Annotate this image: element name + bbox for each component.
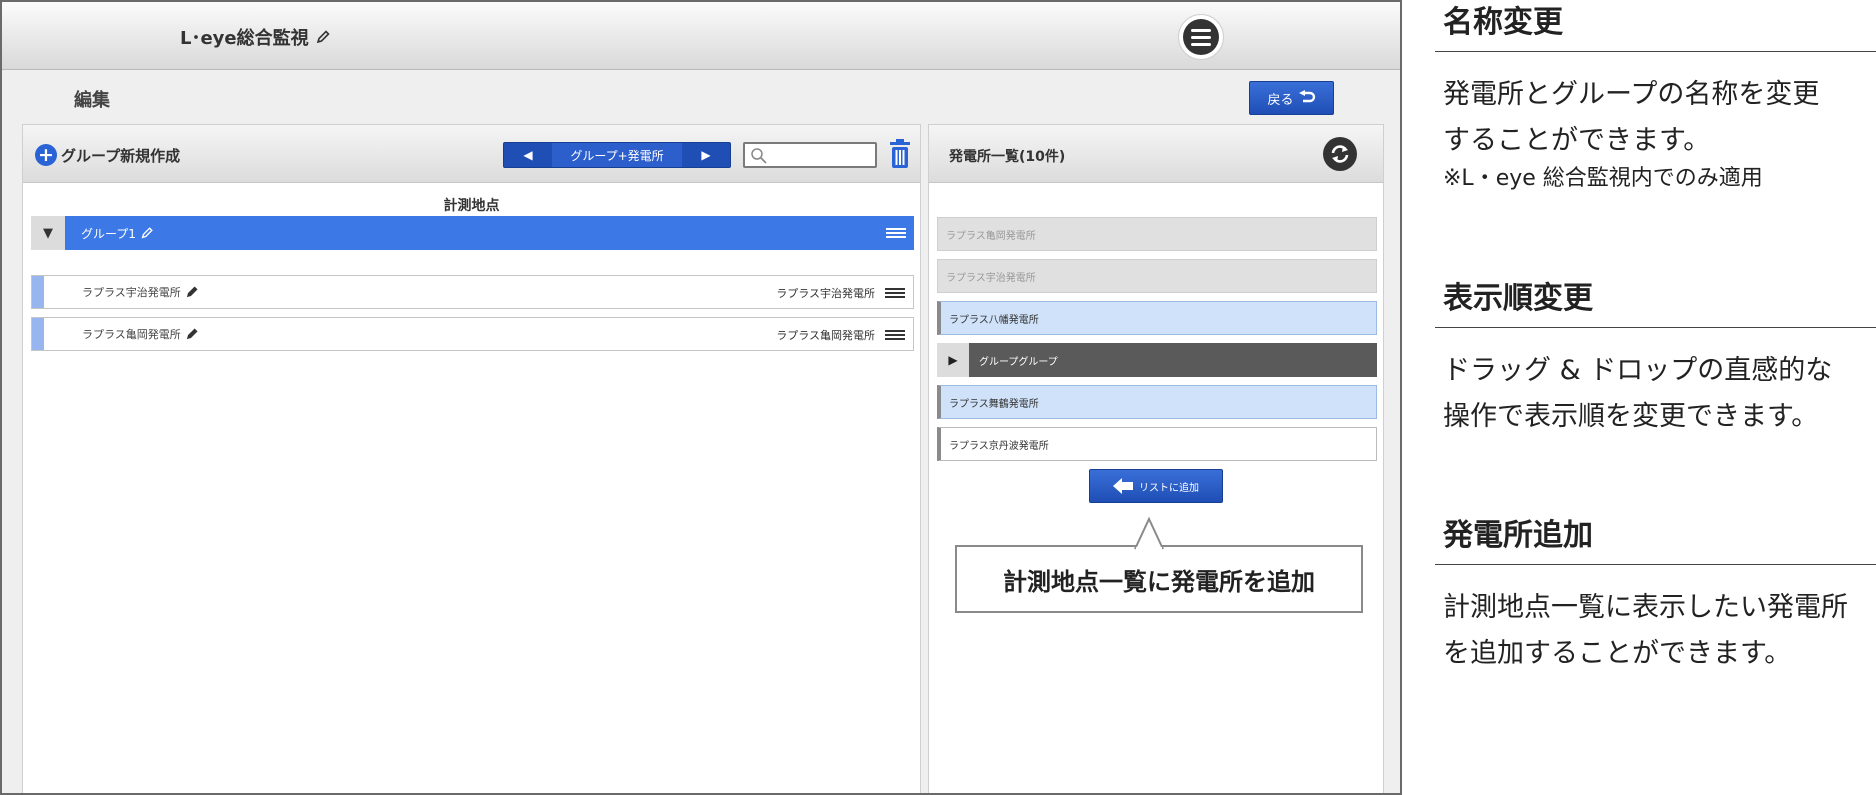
back-button[interactable]: 戻る bbox=[1249, 81, 1334, 115]
measurement-points-panel: + グループ新規作成 ◀ グループ+発電所 ▶ 計測地点 ▼ グループ1 ラプラ… bbox=[22, 124, 921, 793]
drag-handle-icon[interactable] bbox=[886, 228, 906, 238]
note-heading: 表示順変更 bbox=[1435, 276, 1876, 328]
add-to-list-button[interactable]: リストに追加 bbox=[1089, 469, 1223, 503]
plant-row[interactable]: ラプラス宇治発電所 ラプラス宇治発電所 bbox=[31, 275, 914, 309]
menu-button[interactable] bbox=[1178, 14, 1224, 60]
group-row[interactable]: ▼ グループ1 bbox=[31, 216, 914, 250]
right-panel-header: 発電所一覧(10件) bbox=[929, 125, 1383, 183]
callout-text: 計測地点一覧に発電所を追加 bbox=[1003, 567, 1315, 596]
group-label: グループ1 bbox=[81, 225, 154, 242]
plant-original-name: ラプラス亀岡発電所 bbox=[776, 327, 905, 343]
expand-triangle-icon[interactable]: ▶ bbox=[937, 343, 969, 377]
plant-list-item-label: ラプラス京丹波発電所 bbox=[949, 440, 1049, 452]
section-title: 計測地点 bbox=[443, 198, 500, 214]
view-toggle-label: グループ+発電所 bbox=[552, 143, 682, 167]
plant-name-text: ラプラス亀岡発電所 bbox=[82, 328, 181, 341]
callout-box: 計測地点一覧に発電所を追加 bbox=[955, 516, 1363, 613]
left-arrow-icon[interactable]: ◀ bbox=[504, 143, 552, 167]
note-heading: 発電所追加 bbox=[1435, 513, 1876, 565]
note-line: することができます。 bbox=[1443, 125, 1711, 156]
group-list-item[interactable]: ▶ グループグループ bbox=[937, 343, 1377, 377]
note-line: 発電所とグループの名称を変更 bbox=[1443, 79, 1820, 110]
right-arrow-icon[interactable]: ▶ bbox=[682, 143, 730, 167]
pencil-icon[interactable] bbox=[140, 226, 154, 240]
top-bar: L･eye総合監視 bbox=[2, 2, 1400, 70]
row-marker bbox=[32, 318, 44, 350]
plant-list-item-label: ラプラス八幡発電所 bbox=[949, 314, 1039, 326]
note-reorder: 表示順変更 ドラッグ & ドロップの直感的な 操作で表示順を変更できます。 bbox=[1435, 276, 1876, 440]
note-rename: 名称変更 発電所とグループの名称を変更 することができます。 ※L・eye 総合… bbox=[1435, 0, 1876, 194]
group-list-item-label: グループグループ bbox=[979, 356, 1058, 368]
callout-tail bbox=[1134, 516, 1164, 550]
note-line: 計測地点一覧に表示したい発電所 bbox=[1443, 592, 1848, 623]
plant-list-item-label: ラプラス宇治発電所 bbox=[946, 272, 1036, 284]
plus-circle-icon: + bbox=[35, 144, 57, 166]
app-title[interactable]: L･eye総合監視 bbox=[180, 24, 331, 50]
plant-list-item-label: ラプラス舞鶴発電所 bbox=[949, 398, 1039, 410]
left-arrow-icon bbox=[1113, 478, 1133, 494]
plant-row[interactable]: ラプラス亀岡発電所 ラプラス亀岡発電所 bbox=[31, 317, 914, 351]
note-body: ドラッグ & ドロップの直感的な 操作で表示順を変更できます。 bbox=[1435, 328, 1876, 440]
plant-list-item-label: ラプラス亀岡発電所 bbox=[946, 230, 1036, 242]
search-input[interactable] bbox=[743, 142, 877, 168]
drag-handle-icon[interactable] bbox=[885, 330, 905, 340]
app-title-text: L･eye総合監視 bbox=[180, 28, 309, 49]
row-marker bbox=[32, 276, 44, 308]
view-toggle[interactable]: ◀ グループ+発電所 ▶ bbox=[503, 142, 731, 168]
add-to-list-label: リストに追加 bbox=[1139, 482, 1199, 494]
undo-arrow-icon bbox=[1298, 90, 1315, 103]
refresh-icon[interactable] bbox=[1323, 137, 1357, 171]
left-panel-header: + グループ新規作成 ◀ グループ+発電所 ▶ bbox=[23, 125, 920, 183]
note-body: 計測地点一覧に表示したい発電所 を追加することができます。 bbox=[1435, 565, 1876, 677]
plant-name: ラプラス宇治発電所 bbox=[82, 284, 199, 300]
plant-list-panel: 発電所一覧(10件) ラプラス亀岡発電所 ラプラス宇治発電所 ラプラス八幡発電所… bbox=[928, 124, 1384, 793]
plant-list-item[interactable]: ラプラス京丹波発電所 bbox=[937, 427, 1377, 461]
note-add-plant: 発電所追加 計測地点一覧に表示したい発電所 を追加することができます。 bbox=[1435, 513, 1876, 677]
note-caveat: ※L・eye 総合監視内でのみ適用 bbox=[1443, 166, 1763, 191]
plant-name-text: ラプラス宇治発電所 bbox=[82, 286, 181, 299]
pencil-icon[interactable] bbox=[185, 327, 199, 341]
plant-original-name-text: ラプラス宇治発電所 bbox=[776, 287, 875, 300]
trash-icon[interactable] bbox=[889, 139, 911, 173]
pencil-icon[interactable] bbox=[315, 29, 331, 50]
new-group-label: グループ新規作成 bbox=[61, 146, 181, 165]
search-icon bbox=[750, 147, 768, 169]
app-window: L･eye総合監視 編集 戻る + グループ新規作成 ◀ グループ+発電所 ▶ bbox=[0, 0, 1402, 795]
page-title: 編集 bbox=[74, 90, 110, 111]
note-body: 発電所とグループの名称を変更 することができます。 bbox=[1435, 52, 1876, 164]
plant-list-item[interactable]: ラプラス宇治発電所 bbox=[937, 259, 1377, 293]
plant-list-item[interactable]: ラプラス亀岡発電所 bbox=[937, 217, 1377, 251]
hamburger-icon bbox=[1183, 19, 1219, 55]
note-line: ドラッグ & ドロップの直感的な bbox=[1443, 355, 1833, 386]
plant-list-item[interactable]: ラプラス八幡発電所 bbox=[937, 301, 1377, 335]
new-group-button[interactable]: + グループ新規作成 bbox=[35, 144, 180, 166]
plant-original-name-text: ラプラス亀岡発電所 bbox=[776, 329, 875, 342]
group-name: グループ1 bbox=[81, 226, 136, 241]
back-button-label: 戻る bbox=[1267, 92, 1294, 108]
collapse-triangle-icon[interactable]: ▼ bbox=[31, 216, 65, 250]
note-heading: 名称変更 bbox=[1435, 0, 1876, 52]
plant-name: ラプラス亀岡発電所 bbox=[82, 326, 199, 342]
plant-original-name: ラプラス宇治発電所 bbox=[776, 285, 905, 301]
pencil-icon[interactable] bbox=[185, 285, 199, 299]
plant-list-item[interactable]: ラプラス舞鶴発電所 bbox=[937, 385, 1377, 419]
drag-handle-icon[interactable] bbox=[885, 288, 905, 298]
note-line: 操作で表示順を変更できます。 bbox=[1443, 401, 1819, 432]
plant-list-title: 発電所一覧(10件) bbox=[949, 149, 1066, 165]
note-line: を追加することができます。 bbox=[1443, 638, 1792, 669]
